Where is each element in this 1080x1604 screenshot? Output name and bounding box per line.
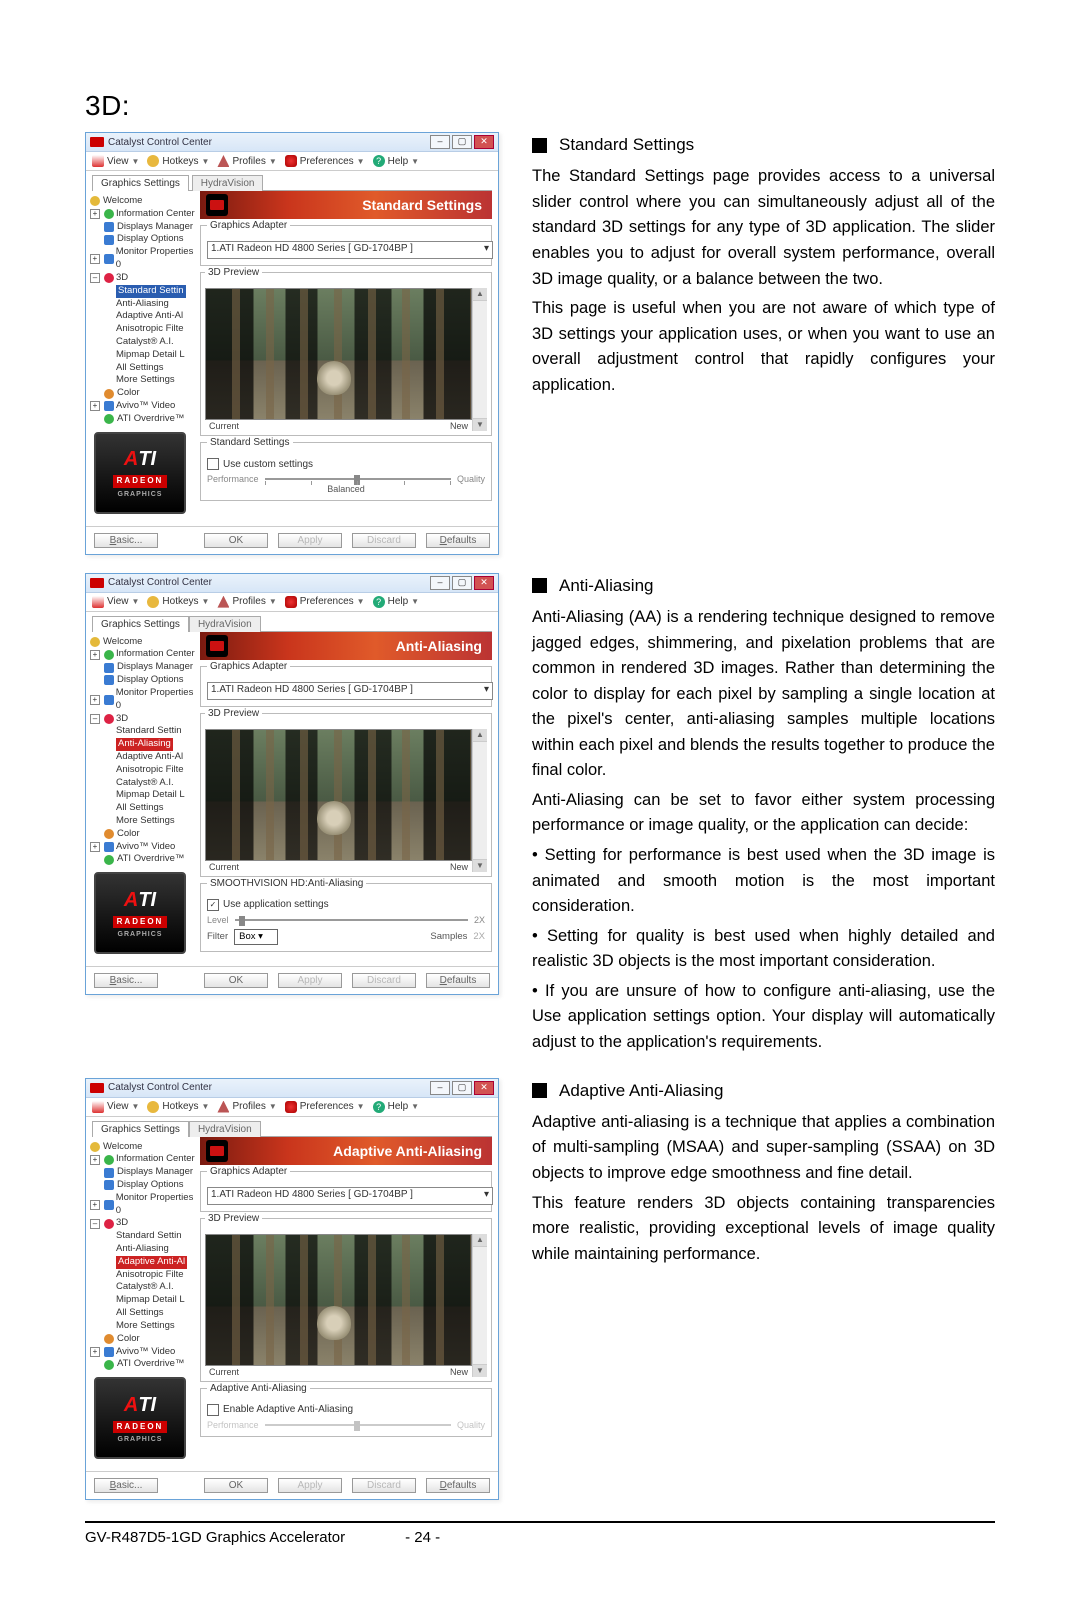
- text-block: This page is useful when you are not awa…: [532, 296, 995, 398]
- quality-slider[interactable]: Performance Quality: [207, 474, 485, 484]
- tab-hydravision: HydraVision: [192, 175, 264, 191]
- use-custom-settings-checkbox[interactable]: Use custom settings: [207, 458, 485, 470]
- 3d-preview: [205, 288, 472, 420]
- minimize-button: –: [430, 135, 450, 149]
- use-application-settings-checkbox[interactable]: ✓Use application settings: [207, 899, 485, 911]
- heading-adaptive-aa: Adaptive Anti-Aliasing: [559, 1078, 723, 1104]
- tree-selected-std: Standard Settin: [116, 285, 186, 298]
- text-block: The Standard Settings page provides acce…: [532, 164, 995, 292]
- tree-selected-aaa: Adaptive Anti-Al: [116, 1256, 187, 1269]
- dialog-buttons[interactable]: Basic... OK Apply Discard Defaults: [86, 526, 498, 554]
- ati-radeon-badge: ATI RADEON GRAPHICS: [94, 432, 186, 514]
- tree-sidebar[interactable]: Welcome +Information Center Displays Man…: [86, 191, 200, 522]
- tab-graphics-settings: Graphics Settings: [92, 175, 189, 191]
- defaults-button: Defaults: [426, 533, 490, 548]
- screenshot-standard-settings: Catalyst Control Center –▢✕ View▼ Hotkey…: [85, 132, 499, 555]
- hotkeys-icon: [147, 155, 159, 167]
- preferences-icon: [285, 155, 297, 167]
- discard-button: Discard: [352, 533, 416, 548]
- basic-button: Basic...: [94, 533, 158, 548]
- tab-row[interactable]: Graphics Settings HydraVision: [86, 171, 498, 190]
- panel-header: Standard Settings: [200, 191, 492, 219]
- filter-select[interactable]: Box ▾: [234, 929, 278, 945]
- maximize-button: ▢: [452, 135, 472, 149]
- screenshot-anti-aliasing: Catalyst Control Center –▢✕ View▼ Hotkey…: [85, 573, 499, 996]
- ati-chip-icon: [90, 137, 104, 147]
- bullet-icon: [532, 138, 547, 153]
- tree-selected-aa: Anti-Aliasing: [116, 738, 173, 751]
- apply-button: Apply: [278, 533, 342, 548]
- page-title: 3D:: [85, 90, 995, 122]
- heading-anti-aliasing: Anti-Aliasing: [559, 573, 654, 599]
- heading-standard-settings: Standard Settings: [559, 132, 694, 158]
- window-controls[interactable]: –▢✕: [430, 135, 494, 149]
- adapter-dropdown[interactable]: 1.ATI Radeon HD 4800 Series [ GD-1704BP …: [207, 241, 493, 259]
- profiles-icon: [217, 155, 229, 167]
- view-icon: [92, 155, 104, 167]
- screenshot-adaptive-aa: Catalyst Control Center –▢✕ View▼ Hotkey…: [85, 1078, 499, 1501]
- help-icon: ?: [373, 155, 385, 167]
- enable-adaptive-aa-checkbox[interactable]: Enable Adaptive Anti-Aliasing: [207, 1404, 485, 1416]
- menubar[interactable]: View▼ Hotkeys▼ Profiles▼ Preferences▼ ?H…: [86, 152, 498, 171]
- close-button: ✕: [474, 135, 494, 149]
- ok-button: OK: [204, 533, 268, 548]
- page-footer: GV-R487D5-1GD Graphics Accelerator - 24 …: [85, 1521, 995, 1546]
